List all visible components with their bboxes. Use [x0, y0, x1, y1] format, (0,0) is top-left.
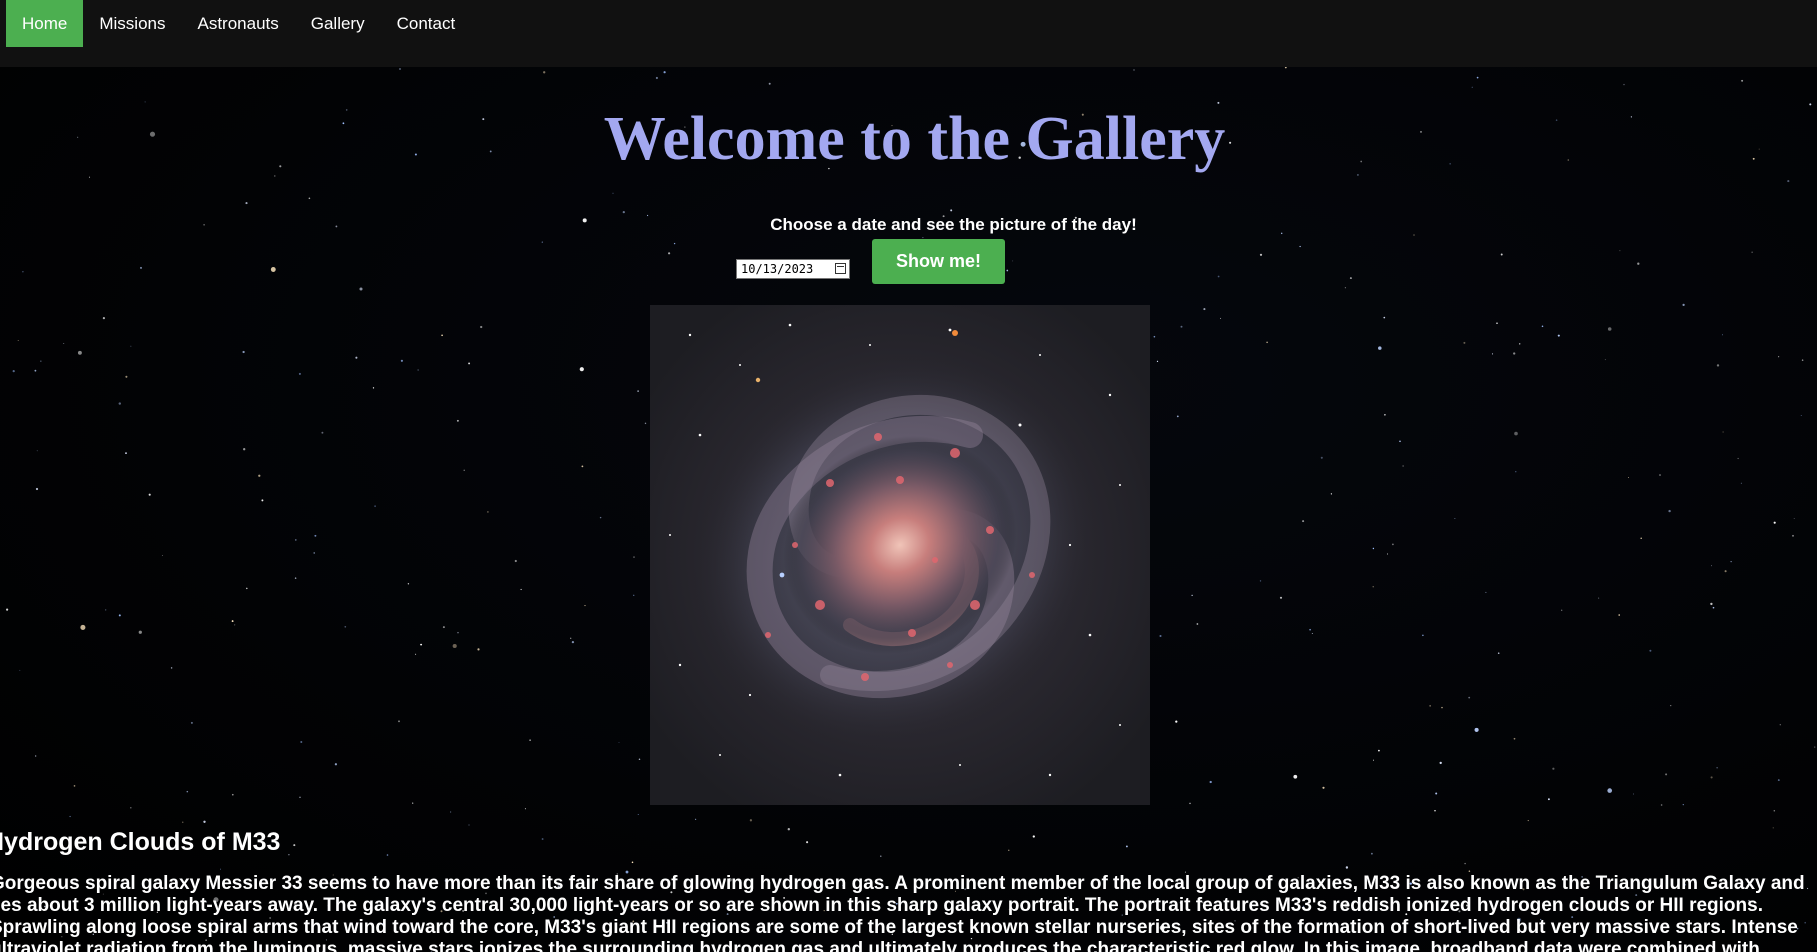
date-prompt-label: Choose a date and see the picture of the… — [770, 215, 1137, 234]
nav-item-gallery[interactable]: Gallery — [295, 0, 381, 47]
date-input[interactable]: 10/13/2023 — [736, 258, 850, 279]
nav-item-home[interactable]: Home — [6, 0, 84, 47]
date-form: 10/13/2023 Show me! — [736, 239, 1005, 284]
nav-list: Home Missions Astronauts Gallery Contact — [0, 0, 1817, 47]
apod-image — [650, 305, 1150, 805]
show-me-button[interactable]: Show me! — [872, 239, 1005, 284]
galaxy-image — [650, 305, 1150, 805]
calendar-icon[interactable] — [835, 263, 846, 274]
page-root: Home Missions Astronauts Gallery Contact… — [0, 0, 1817, 952]
apod-explanation: Gorgeous spiral galaxy Messier 33 seems … — [0, 873, 1805, 952]
top-navbar: Home Missions Astronauts Gallery Contact — [0, 0, 1817, 67]
nav-item-astronauts[interactable]: Astronauts — [181, 0, 294, 47]
nav-item-contact[interactable]: Contact — [381, 0, 472, 47]
page-title: Welcome to the Gallery — [603, 105, 1226, 173]
date-input-value: 10/13/2023 — [741, 261, 814, 276]
nav-item-missions[interactable]: Missions — [83, 0, 181, 47]
apod-title: Hydrogen Clouds of M33 — [0, 828, 281, 856]
